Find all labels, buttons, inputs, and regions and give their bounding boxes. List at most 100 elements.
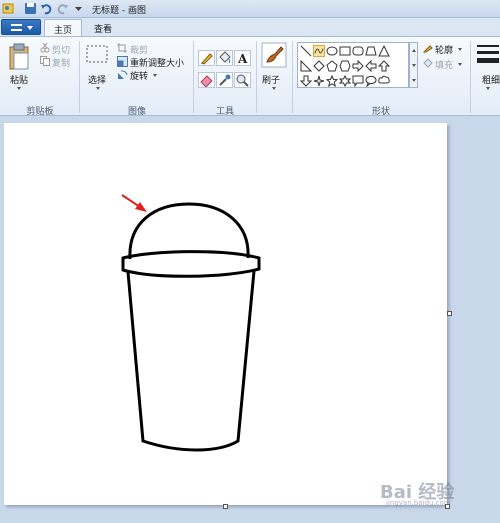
size-dropdown-icon[interactable] [486,87,490,90]
shapes-gallery [297,42,409,88]
baidu-watermark: Bai 经验 jingyan.baidu.com [380,478,492,508]
five-point-star-shape-icon[interactable] [326,75,338,87]
crop-button[interactable]: 裁剪 [130,43,148,56]
right-arrow-shape-icon[interactable] [352,60,364,72]
line-shape-icon[interactable] [300,45,312,57]
customize-toolbar-icon[interactable] [72,2,85,15]
outline-dropdown-icon[interactable] [458,48,462,51]
shapes-group-label: 形状 [371,107,390,117]
magnifier-tool[interactable] [234,72,251,88]
hexagon-shape-icon[interactable] [339,60,351,72]
polygon-shape-icon[interactable] [365,45,377,57]
size-button[interactable]: 粗细 [482,73,500,86]
rectangle-callout-shape-icon[interactable] [352,75,364,87]
chevron-up-icon[interactable] [412,49,416,52]
redo-icon[interactable] [56,2,69,15]
crop-icon [117,43,127,53]
canvas-resize-handle-bottom[interactable] [223,504,228,509]
oval-shape-icon[interactable] [326,45,338,57]
rotate-dropdown-icon[interactable] [153,74,157,77]
save-icon[interactable] [24,2,37,15]
rectangle-shape-icon[interactable] [339,45,351,57]
six-point-star-shape-icon[interactable] [339,75,351,87]
triangle-shape-icon[interactable] [378,45,390,57]
paste-icon[interactable] [8,43,32,71]
clipboard-group-label: 剪贴板 [26,107,54,117]
image-group-label: 图像 [127,107,146,117]
paint-app-icon[interactable] [2,2,15,15]
curve-shape-icon[interactable] [313,45,325,57]
select-button[interactable]: 选择 [88,73,106,86]
cut-button[interactable]: 剪切 [52,43,70,56]
left-arrow-shape-icon[interactable] [365,60,377,72]
cloud-callout-shape-icon[interactable] [378,75,390,87]
resize-button[interactable]: 重新调整大小 [130,56,184,69]
tools-group-label: 工具 [215,107,234,117]
fill-icon [423,58,433,68]
cup-drawing [121,194,261,452]
copy-icon [40,56,50,66]
tab-home-label: 主页 [53,26,72,36]
fill-dropdown-icon[interactable] [458,63,462,66]
divider [292,41,293,113]
fill-tool[interactable] [216,50,233,66]
eyedropper-icon [219,74,231,86]
tab-row: 主页 查看 [0,18,500,36]
tab-home[interactable]: 主页 [44,19,82,36]
chevron-down-icon[interactable] [412,64,416,67]
divider [470,41,471,113]
rotate-button[interactable]: 旋转 [130,69,148,82]
eraser-tool[interactable] [198,72,215,88]
watermark-subtext: jingyan.baidu.com [386,499,451,507]
expand-gallery-icon[interactable] [412,79,416,82]
magnifier-icon [236,74,249,87]
pencil-tool[interactable] [198,50,215,66]
rounded-rectangle-shape-icon[interactable] [352,45,364,57]
tab-view-label: 查看 [93,25,112,35]
paint-bucket-icon [219,51,231,64]
resize-icon [117,56,128,67]
canvas-resize-handle-right[interactable] [447,311,452,316]
right-triangle-shape-icon[interactable] [300,60,312,72]
brush-icon[interactable] [261,42,287,68]
scissors-icon [40,43,50,53]
divider [193,41,194,113]
lid-rim [121,250,261,278]
ribbon: 粘贴 剪切 复制 剪贴板 选择 裁剪 重新调整大小 旋转 图像 A 工具 刷子 … [0,36,500,117]
up-arrow-shape-icon[interactable] [378,60,390,72]
shapes-scroll[interactable] [409,42,418,88]
eraser-icon [200,75,213,88]
paste-button[interactable]: 粘贴 [10,73,28,86]
four-point-star-shape-icon[interactable] [313,75,325,87]
text-icon: A [237,52,248,66]
brushes-button[interactable]: 刷子 [262,73,280,86]
menu-icon [11,24,22,31]
paste-dropdown-icon[interactable] [17,87,21,90]
diamond-shape-icon[interactable] [313,60,325,72]
outline-button[interactable]: 轮廓 [435,43,453,56]
tab-view[interactable]: 查看 [84,19,122,36]
color-picker-tool[interactable] [216,72,233,88]
red-arrow-icon [121,194,147,212]
select-icon[interactable] [86,45,108,63]
drawing-canvas[interactable] [4,123,447,505]
outline-icon [423,45,433,53]
divider [79,41,80,113]
pentagon-shape-icon[interactable] [326,60,338,72]
brushes-dropdown-icon[interactable] [272,87,276,90]
undo-icon[interactable] [40,2,53,15]
select-dropdown-icon[interactable] [96,87,100,90]
copy-button[interactable]: 复制 [52,56,70,69]
down-arrow-shape-icon[interactable] [300,75,312,87]
title-bar: 无标题 - 画图 [0,0,500,18]
pencil-icon [201,53,213,65]
fill-button[interactable]: 填充 [435,58,453,71]
text-tool[interactable]: A [234,50,251,66]
rotate-icon [118,70,128,79]
divider [256,41,257,113]
oval-callout-shape-icon[interactable] [365,75,377,87]
line-size-icon[interactable] [476,43,500,67]
window-title: 无标题 - 画图 [92,6,146,16]
file-menu-button[interactable] [1,19,41,35]
chevron-down-icon [27,26,33,30]
